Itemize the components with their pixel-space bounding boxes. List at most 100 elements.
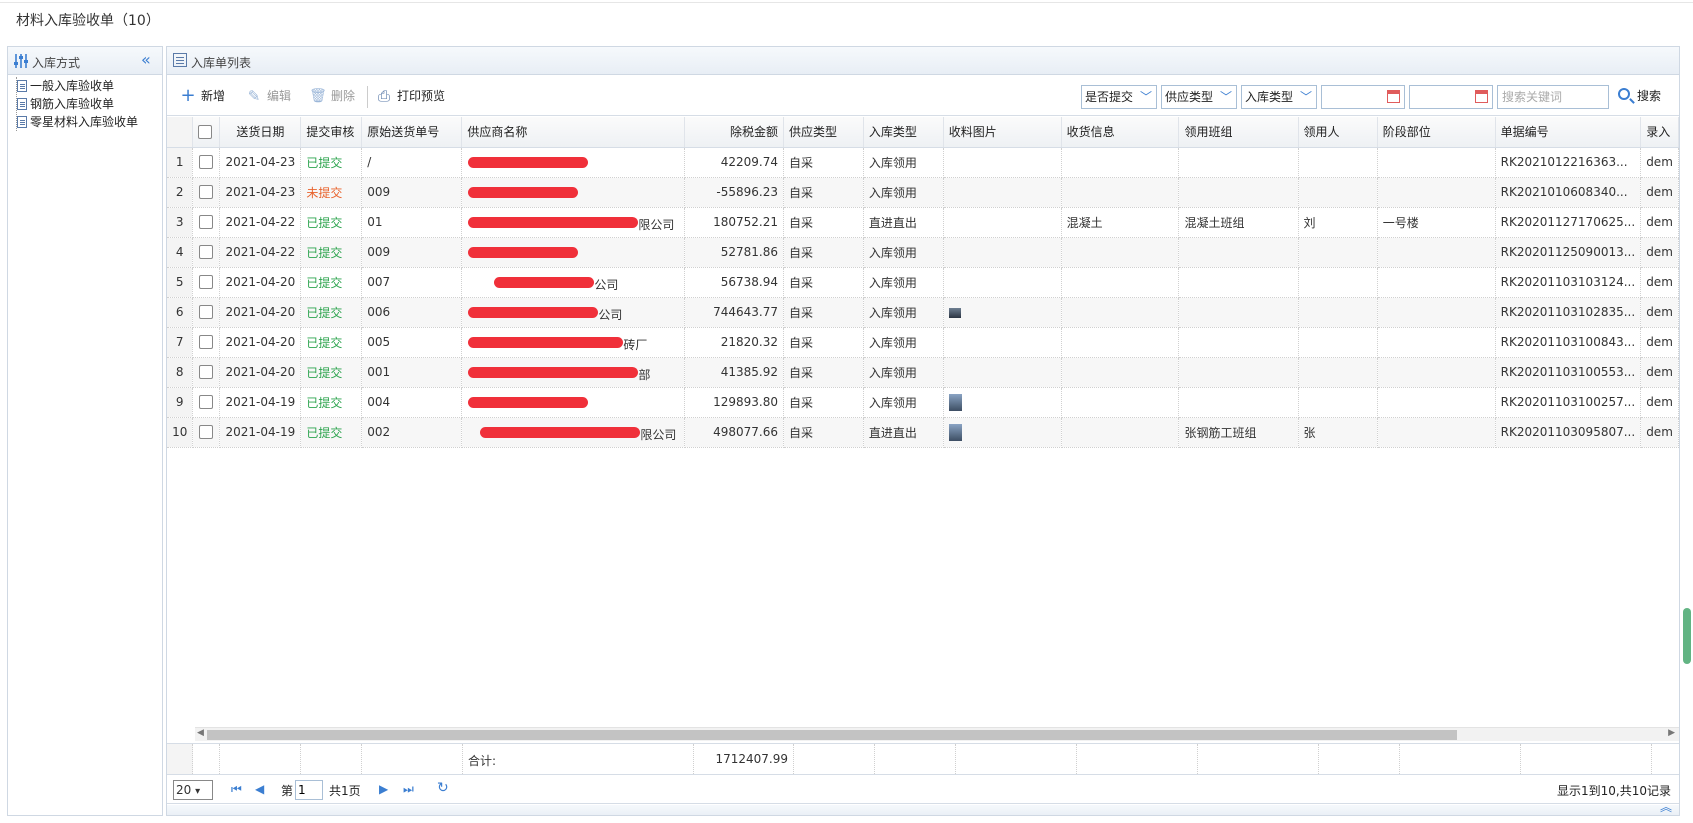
edit-button[interactable]: ✎ 编辑 — [243, 86, 291, 106]
table-row[interactable]: 8 2021-04-20 已提交 001 部 41385.92 自采 入库领用 RK202011… — [167, 357, 1679, 388]
page-number-input[interactable] — [295, 780, 323, 800]
row-checkbox[interactable] — [199, 425, 214, 440]
col-code[interactable]: 单据编号 — [1495, 117, 1642, 148]
inbound-type-filter-select[interactable]: 入库类型 ﹀ — [1241, 85, 1317, 109]
cell-orig-no: 004 — [361, 387, 463, 418]
refresh-icon[interactable]: ↻ — [437, 780, 449, 796]
horizontal-scrollbar[interactable]: ◀ ▶ — [195, 727, 1679, 741]
category-tree: 一般入库验收单 钢筋入库验收单 零星材料入库验收单 — [12, 77, 138, 131]
col-person[interactable]: 领用人 — [1298, 117, 1378, 148]
expand-up-icon[interactable]: ︽ — [1660, 798, 1672, 815]
row-checkbox[interactable] — [199, 275, 214, 290]
col-orig-no[interactable]: 原始送货单号 — [361, 117, 463, 148]
tree-item-misc[interactable]: 零星材料入库验收单 — [12, 113, 138, 131]
table-row[interactable]: 1 2021-04-23 已提交/ 42209.74 自采 入库领用 RK202101221… — [167, 147, 1679, 178]
col-amount[interactable]: 除税金额 — [684, 117, 784, 148]
inbound-table: 送货日期 提交审核 原始送货单号 供应商名称 除税金额 供应类型 入库类型 收料… — [167, 117, 1679, 448]
col-supply-type[interactable]: 供应类型 — [783, 117, 864, 148]
cell-team — [1178, 237, 1299, 268]
cell-images — [943, 237, 1062, 268]
table-row[interactable]: 9 2021-04-19 已提交 004 129893.80 自采 入库领用 RK202011… — [167, 387, 1679, 418]
pagination-bar: 20 ▾ ⏮ ◀ 第 共1页 ▶ ⏭ ↻ 显示1到10,共10记录 — [167, 776, 1679, 804]
total-amount: 1712407.99 — [694, 744, 794, 774]
cell-amount: 41385.92 — [684, 357, 784, 388]
scrollbar-thumb[interactable] — [207, 730, 1457, 740]
col-entry[interactable]: 录入 — [1640, 117, 1679, 148]
category-panel-title: 入库方式 — [32, 56, 81, 70]
cell-status: 已提交 — [300, 237, 363, 268]
col-inbound-type[interactable]: 入库类型 — [863, 117, 944, 148]
page-size-select[interactable]: 20 ▾ — [173, 780, 213, 800]
table-row[interactable]: 10 2021-04-19 已提交 002 限公司 498077.66 自采 直进直出 张钢筋工… — [167, 417, 1679, 448]
collapse-left-icon[interactable]: « — [141, 50, 151, 69]
tree-item-general[interactable]: 一般入库验收单 — [12, 77, 138, 95]
prev-page-icon[interactable]: ◀ — [255, 782, 264, 796]
cell-supply-type: 自采 — [783, 357, 864, 388]
start-date-input[interactable] — [1321, 85, 1405, 109]
cell-images — [943, 147, 1062, 178]
cell-status: 已提交 — [300, 147, 363, 178]
row-checkbox[interactable] — [199, 245, 214, 260]
col-stage[interactable]: 阶段部位 — [1377, 117, 1496, 148]
add-button[interactable]: + 新增 — [177, 86, 225, 106]
col-supplier[interactable]: 供应商名称 — [461, 117, 686, 148]
supplier-name-text: 限公司 — [638, 217, 675, 232]
cell-person — [1298, 267, 1378, 298]
receipt-image-thumbnail[interactable] — [948, 423, 962, 441]
col-status[interactable]: 提交审核 — [300, 117, 363, 148]
cell-inbound-type: 入库领用 — [863, 297, 944, 328]
scroll-left-icon[interactable]: ◀ — [197, 728, 204, 738]
sliders-icon — [14, 54, 28, 68]
select-all-checkbox[interactable] — [198, 125, 213, 139]
cell-status: 已提交 — [300, 327, 363, 358]
submit-filter-select[interactable]: 是否提交 ﹀ — [1081, 85, 1157, 109]
col-date[interactable]: 送货日期 — [219, 117, 302, 148]
supply-type-filter-select[interactable]: 供应类型 ﹀ — [1161, 85, 1237, 109]
receipt-image-thumbnail[interactable] — [948, 393, 962, 411]
table-row[interactable]: 2 2021-04-23 未提交 009 -55896.23 自采 入库领用 RK202101… — [167, 177, 1679, 208]
supplier-name-text: 公司 — [598, 307, 623, 322]
redaction-mark — [468, 186, 579, 198]
end-date-input[interactable] — [1409, 85, 1493, 109]
row-checkbox[interactable] — [199, 305, 214, 320]
tree-item-rebar[interactable]: 钢筋入库验收单 — [12, 95, 138, 113]
cell-status: 已提交 — [300, 417, 363, 448]
cell-date: 2021-04-22 — [219, 207, 302, 238]
first-page-icon[interactable]: ⏮ — [231, 782, 242, 797]
table-row[interactable]: 6 2021-04-20 已提交 006 公司 744643.77 自采 入库领用 RK2020… — [167, 297, 1679, 328]
cell-receipt-info — [1061, 327, 1180, 358]
next-page-icon[interactable]: ▶ — [379, 782, 388, 796]
print-preview-button[interactable]: ⎙ 打印预览 — [373, 86, 445, 106]
row-select-cell — [192, 327, 221, 358]
col-receipt-info[interactable]: 收货信息 — [1061, 117, 1180, 148]
col-images[interactable]: 收料图片 — [943, 117, 1062, 148]
table-row[interactable]: 4 2021-04-22 已提交 009 52781.86 自采 入库领用 RK2020112… — [167, 237, 1679, 268]
table-row[interactable]: 7 2021-04-20 已提交 005 砖厂 21820.32 自采 入库领用 RK20201… — [167, 327, 1679, 358]
last-page-icon[interactable]: ⏭ — [403, 782, 414, 797]
cell-person: 张 — [1298, 417, 1378, 448]
search-input[interactable] — [1497, 85, 1609, 109]
search-button[interactable]: 搜索 — [1615, 86, 1661, 106]
row-checkbox[interactable] — [199, 155, 214, 170]
cell-images — [943, 387, 1062, 418]
cell-orig-no: 007 — [361, 267, 463, 298]
cell-code: RK20201125090013... — [1495, 237, 1642, 268]
delete-button[interactable]: 🗑 删除 — [307, 86, 355, 106]
cell-stage — [1377, 177, 1496, 208]
cell-amount: 56738.94 — [684, 267, 784, 298]
cell-entry: dem — [1640, 147, 1679, 178]
row-checkbox[interactable] — [199, 335, 214, 350]
table-row[interactable]: 3 2021-04-22 已提交 01 限公司 180752.21 自采 直进直出 混凝土 混凝土… — [167, 207, 1679, 238]
receipt-image-thumbnail[interactable] — [948, 307, 961, 318]
row-checkbox[interactable] — [199, 365, 214, 380]
scroll-right-icon[interactable]: ▶ — [1668, 728, 1675, 738]
row-checkbox[interactable] — [199, 215, 214, 230]
table-row[interactable]: 5 2021-04-20 已提交 007 公司 56738.94 自采 入库领用 RK20201… — [167, 267, 1679, 298]
col-team[interactable]: 领用班组 — [1178, 117, 1299, 148]
page-scrollbar-thumb[interactable] — [1683, 608, 1691, 664]
cell-receipt-info — [1061, 357, 1180, 388]
row-checkbox[interactable] — [199, 395, 214, 410]
row-select-cell — [192, 237, 221, 268]
row-checkbox[interactable] — [199, 185, 214, 200]
cell-person: 刘 — [1298, 207, 1378, 238]
